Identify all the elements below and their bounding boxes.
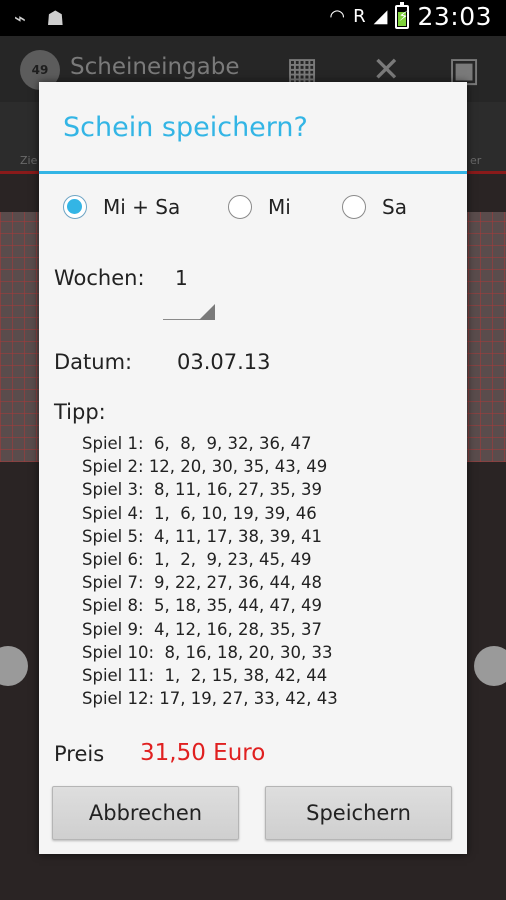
preis-label: Preis [54, 742, 105, 766]
tipp-row: Spiel 1: 6, 8, 9, 32, 36, 47 [82, 434, 312, 453]
save-ticket-dialog: Schein speichern? Mi + Sa Mi Sa Wochen: … [39, 82, 467, 854]
wochen-label: Wochen: [54, 266, 145, 290]
battery-charging-icon: ⚡ [395, 1, 410, 29]
wifi-icon: ◠ [329, 6, 346, 27]
tipp-row: Spiel 7: 9, 22, 27, 36, 44, 48 [82, 573, 322, 593]
radio-mi-circle[interactable] [228, 195, 252, 219]
tab-label-left: Zie [20, 154, 38, 167]
action-bar-title: Scheineingabe [70, 54, 240, 80]
android-icon: ☗ [46, 6, 65, 30]
wochen-spinner[interactable]: 1 [163, 260, 215, 320]
tipp-row: Spiel 6: 1, 2, 9, 23, 45, 49 [82, 549, 312, 569]
usb-icon: ⌁ [14, 6, 27, 30]
status-right: ◠ R ◢ ⚡ 23:03 [329, 1, 492, 31]
radio-sa-circle[interactable] [342, 195, 366, 219]
datum-value: 03.07.13 [177, 350, 271, 374]
radio-sa[interactable]: Sa [342, 195, 407, 219]
radio-mi-sa-label: Mi + Sa [103, 195, 181, 219]
save-button[interactable]: Speichern [265, 786, 452, 840]
radio-mi-label: Mi [268, 195, 291, 219]
radio-sa-label: Sa [382, 195, 407, 219]
tipp-row: Spiel 9: 4, 12, 16, 28, 35, 37 [82, 619, 322, 639]
radio-mi[interactable]: Mi [228, 195, 291, 219]
tipp-row: Spiel 4: 1, 6, 10, 19, 39, 46 [82, 503, 317, 523]
roaming-indicator: R [353, 6, 366, 27]
clock: 23:03 [417, 2, 492, 31]
cancel-button[interactable]: Abbrechen [52, 786, 239, 840]
tab-label-right: er [470, 154, 482, 167]
dropdown-triangle-icon [199, 304, 215, 320]
signal-icon: ◢ [373, 6, 388, 27]
tipp-row: Spiel 12: 17, 19, 27, 33, 42, 43 [82, 689, 338, 709]
tipp-row: Spiel 3: 8, 11, 16, 27, 35, 39 [82, 480, 322, 500]
title-divider [39, 171, 467, 174]
datum-label: Datum: [54, 350, 133, 374]
tipp-row: Spiel 8: 5, 18, 35, 44, 47, 49 [82, 596, 322, 616]
background-ball-right [474, 646, 506, 686]
radio-mi-sa-circle[interactable] [63, 195, 87, 219]
tipp-row: Spiel 10: 8, 16, 18, 20, 30, 33 [82, 642, 333, 662]
tipp-list: Spiel 1: 6, 8, 9, 32, 36, 47 Spiel 2: 12… [82, 432, 338, 710]
dialog-title: Schein speichern? [63, 112, 308, 143]
status-left-icons: ⌁ ☗ [14, 6, 78, 30]
wochen-value: 1 [175, 266, 188, 290]
tipp-row: Spiel 11: 1, 2, 15, 38, 42, 44 [82, 665, 328, 685]
tipp-row: Spiel 5: 4, 11, 17, 38, 39, 41 [82, 526, 322, 546]
draw-day-radio-group: Mi + Sa Mi Sa [63, 195, 463, 225]
status-bar: ⌁ ☗ ◠ R ◢ ⚡ 23:03 [0, 0, 506, 36]
tipp-row: Spiel 2: 12, 20, 30, 35, 43, 49 [82, 457, 328, 477]
tipp-label: Tipp: [54, 400, 106, 424]
preis-value: 31,50 Euro [140, 740, 266, 766]
radio-mi-sa[interactable]: Mi + Sa [63, 195, 180, 219]
